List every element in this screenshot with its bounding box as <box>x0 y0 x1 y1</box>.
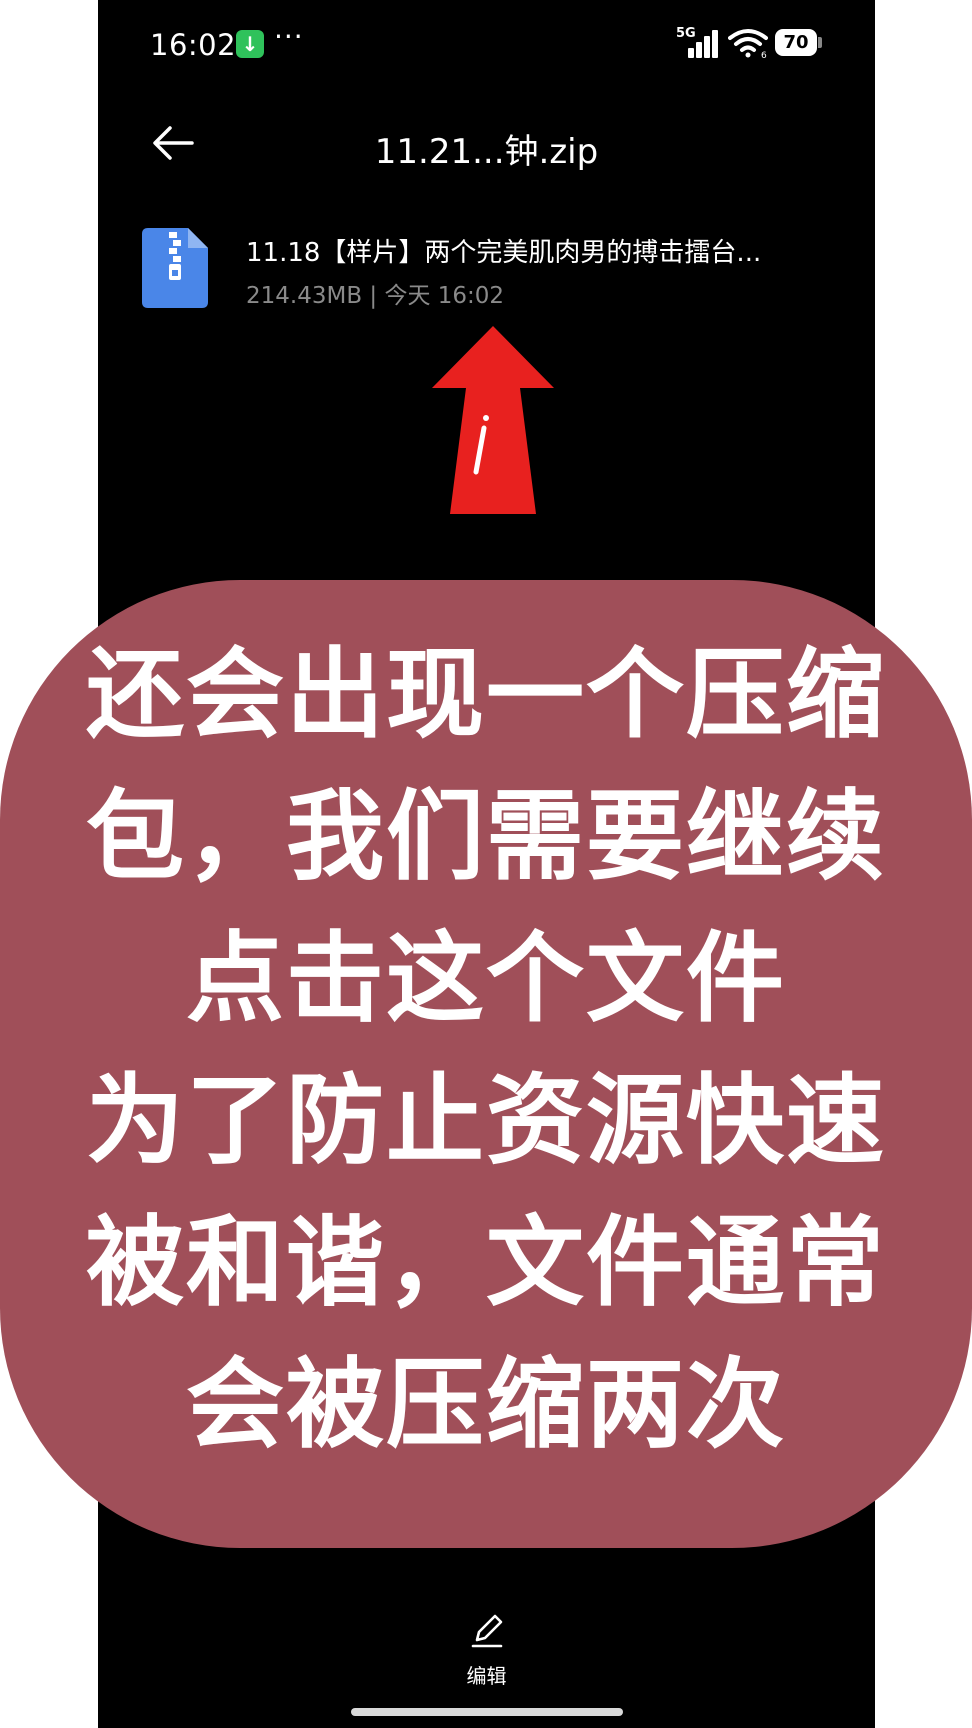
file-name: 11.18【样片】两个完美肌肉男的搏击擂台... <box>246 238 762 268</box>
edit-label: 编辑 <box>466 1664 507 1688</box>
zip-file-row[interactable]: 11.18【样片】两个完美肌肉男的搏击擂台... 214.43MB | 今天 1… <box>98 214 875 314</box>
wifi-icon: 6 <box>728 29 768 58</box>
pencil-icon <box>471 1614 502 1648</box>
red-arrow-icon <box>432 326 554 514</box>
page-title: 11.21...钟.zip <box>374 132 599 172</box>
zip-file-icon <box>142 228 208 308</box>
caption-line: 包，我们需要继续 <box>85 780 886 894</box>
battery-tip <box>818 37 822 48</box>
screenshot-stage: 16:02 ↓ ··· 5G 6 70 11.21...钟.zip 11.18【… <box>0 0 972 1728</box>
caption-line: 为了防止资源快速 <box>85 1064 886 1178</box>
caption-line: 点击这个文件 <box>185 922 786 1036</box>
caption-overlay: 还会出现一个压缩 包，我们需要继续 点击这个文件 为了防止资源快速 被和谐，文件… <box>0 580 972 1548</box>
network-type-label: 5G <box>676 26 696 41</box>
cellular-signal-icon: 5G <box>676 26 722 58</box>
download-icon: ↓ <box>236 30 264 58</box>
caption-line: 会被压缩两次 <box>185 1348 786 1462</box>
file-meta: 214.43MB | 今天 16:02 <box>246 283 505 309</box>
more-notifications-icon: ··· <box>274 20 304 53</box>
status-time: 16:02 <box>150 28 237 62</box>
home-indicator[interactable] <box>351 1708 623 1716</box>
status-bar: 16:02 ↓ ··· 5G 6 70 <box>98 0 875 90</box>
battery-icon: 70 <box>775 29 817 56</box>
wifi-sub-label: 6 <box>761 51 767 58</box>
caption-line: 还会出现一个压缩 <box>85 638 886 752</box>
caption-line: 被和谐，文件通常 <box>85 1206 886 1320</box>
edit-button[interactable]: 编辑 <box>98 1610 875 1689</box>
